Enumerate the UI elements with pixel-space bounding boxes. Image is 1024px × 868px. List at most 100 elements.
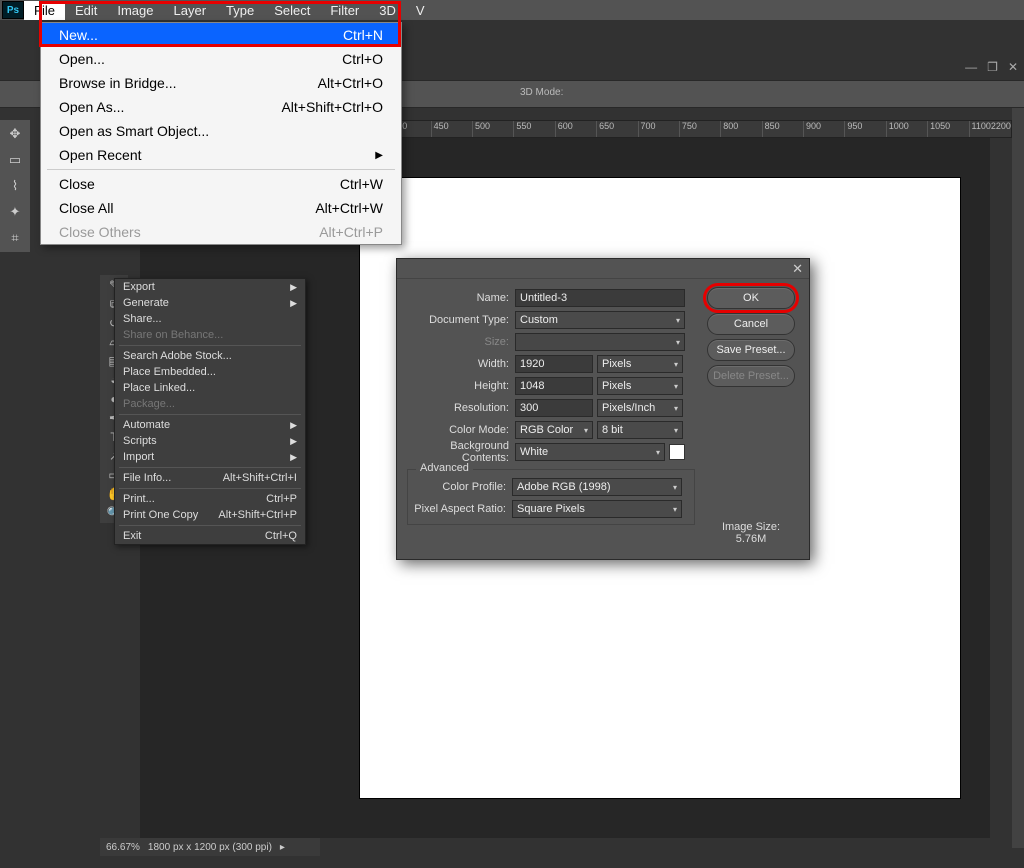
crop-tool[interactable]: ⌗ <box>2 226 28 250</box>
ruler-tick: 700 <box>638 121 679 137</box>
advanced-label: Advanced <box>416 462 473 474</box>
file-menu-open-as[interactable]: Open As...Alt+Shift+Ctrl+O <box>41 95 401 119</box>
file-submenu-generate[interactable]: Generate▶ <box>115 295 305 311</box>
delete-preset-button: Delete Preset... <box>707 365 795 387</box>
file-submenu-print-one-copy[interactable]: Print One CopyAlt+Shift+Ctrl+P <box>115 507 305 523</box>
file-submenu-search-adobe-stock[interactable]: Search Adobe Stock... <box>115 348 305 364</box>
resolution-input[interactable] <box>515 399 593 417</box>
bitdepth-select[interactable]: 8 bit▾ <box>597 421 683 439</box>
right-panels-collapsed[interactable] <box>1012 108 1024 848</box>
width-input[interactable] <box>515 355 593 373</box>
menu-layer[interactable]: Layer <box>164 1 217 20</box>
wand-tool[interactable]: ✦ <box>2 200 28 224</box>
dialog-close-icon[interactable]: ✕ <box>792 261 803 277</box>
bgcontents-select[interactable]: White▾ <box>515 443 665 461</box>
par-select[interactable]: Square Pixels▾ <box>512 500 682 518</box>
file-menu-open-recent[interactable]: Open Recent▶ <box>41 143 401 167</box>
restore-icon[interactable]: ❐ <box>987 60 998 74</box>
width-unit-select[interactable]: Pixels▾ <box>597 355 683 373</box>
file-menu-open[interactable]: Open...Ctrl+O <box>41 47 401 71</box>
cancel-button[interactable]: Cancel <box>707 313 795 335</box>
ruler-tick: 1000 <box>886 121 927 137</box>
ruler-tick: 450 <box>431 121 472 137</box>
chevron-down-icon: ▾ <box>676 316 680 325</box>
height-unit-select[interactable]: Pixels▾ <box>597 377 683 395</box>
bgcontents-label: Background Contents: <box>407 440 515 464</box>
new-document-dialog: ✕ Name: Document Type: Custom▾ Size: ▾ W… <box>396 258 810 560</box>
menu-select[interactable]: Select <box>264 1 320 20</box>
chevron-right-icon[interactable]: ▸ <box>280 842 285 853</box>
file-menu-close-all[interactable]: Close AllAlt+Ctrl+W <box>41 196 401 220</box>
submenu-arrow-icon: ▶ <box>290 282 297 293</box>
file-menu-close-others: Close OthersAlt+Ctrl+P <box>41 220 401 244</box>
colormode-select[interactable]: RGB Color▾ <box>515 421 593 439</box>
height-input[interactable] <box>515 377 593 395</box>
chevron-down-icon: ▾ <box>674 404 678 413</box>
resolution-label: Resolution: <box>407 402 515 414</box>
marquee-tool[interactable]: ▭ <box>2 148 28 172</box>
menu-file[interactable]: File <box>24 1 65 20</box>
doctype-select[interactable]: Custom▾ <box>515 311 685 329</box>
ruler-tick: 500 <box>472 121 513 137</box>
size-label: Size: <box>407 336 515 348</box>
height-label: Height: <box>407 380 515 392</box>
file-menu-browse-in-bridge[interactable]: Browse in Bridge...Alt+Ctrl+O <box>41 71 401 95</box>
save-preset-button[interactable]: Save Preset... <box>707 339 795 361</box>
menu-3d[interactable]: 3D <box>369 1 406 20</box>
menubar: Ps FileEditImageLayerTypeSelectFilter3DV <box>0 0 1024 20</box>
file-menu-open-as-smart-object[interactable]: Open as Smart Object... <box>41 119 401 143</box>
file-submenu-package: Package... <box>115 396 305 412</box>
menu-v[interactable]: V <box>406 1 435 20</box>
optbar-3dmode-label: 3D Mode: <box>520 87 563 98</box>
minimize-icon[interactable]: — <box>965 60 977 74</box>
file-submenu-exit[interactable]: ExitCtrl+Q <box>115 528 305 544</box>
par-label: Pixel Aspect Ratio: <box>412 503 512 515</box>
resolution-unit-select[interactable]: Pixels/Inch▾ <box>597 399 683 417</box>
chevron-down-icon: ▾ <box>673 483 677 492</box>
width-label: Width: <box>407 358 515 370</box>
ruler-tick: 900 <box>803 121 844 137</box>
file-menu-dropdown: New...Ctrl+NOpen...Ctrl+OBrowse in Bridg… <box>40 22 402 245</box>
lasso-tool[interactable]: ⌇ <box>2 174 28 198</box>
ruler-tick: 750 <box>679 121 720 137</box>
menu-edit[interactable]: Edit <box>65 1 107 20</box>
file-submenu-place-linked[interactable]: Place Linked... <box>115 380 305 396</box>
file-submenu-export[interactable]: Export▶ <box>115 279 305 295</box>
image-size-readout: Image Size: 5.76M <box>722 521 780 545</box>
ruler-tick: 550 <box>513 121 554 137</box>
file-submenu-scripts[interactable]: Scripts▶ <box>115 433 305 449</box>
close-icon[interactable]: ✕ <box>1008 60 1018 74</box>
file-submenu-share[interactable]: Share... <box>115 311 305 327</box>
file-submenu-print[interactable]: Print...Ctrl+P <box>115 491 305 507</box>
colorprofile-select[interactable]: Adobe RGB (1998)▾ <box>512 478 682 496</box>
dialog-titlebar[interactable]: ✕ <box>397 259 809 279</box>
advanced-group: Advanced Color Profile: Adobe RGB (1998)… <box>407 469 695 525</box>
photoshop-window: Ps FileEditImageLayerTypeSelectFilter3DV… <box>0 0 1024 868</box>
file-submenu-place-embedded[interactable]: Place Embedded... <box>115 364 305 380</box>
chevron-down-icon: ▾ <box>656 448 660 457</box>
submenu-arrow-icon: ▶ <box>290 452 297 463</box>
ruler-tick: 11002200 <box>969 121 1011 137</box>
menu-filter[interactable]: Filter <box>320 1 369 20</box>
menu-image[interactable]: Image <box>107 1 163 20</box>
ruler-tick: 950 <box>844 121 885 137</box>
zoom-level[interactable]: 66.67% <box>106 842 140 853</box>
ps-logo-icon: Ps <box>2 1 24 19</box>
file-menu-new[interactable]: New...Ctrl+N <box>41 23 401 47</box>
ruler-tick: 650 <box>596 121 637 137</box>
bg-color-swatch[interactable] <box>669 444 685 460</box>
chevron-down-icon: ▾ <box>674 426 678 435</box>
size-select: ▾ <box>515 333 685 351</box>
ruler-tick: 800 <box>720 121 761 137</box>
file-submenu-automate[interactable]: Automate▶ <box>115 417 305 433</box>
ruler-tick: 850 <box>762 121 803 137</box>
move-tool[interactable]: ✥ <box>2 122 28 146</box>
menu-type[interactable]: Type <box>216 1 264 20</box>
file-submenu-file-info[interactable]: File Info...Alt+Shift+Ctrl+I <box>115 470 305 486</box>
name-input[interactable] <box>515 289 685 307</box>
file-menu-close[interactable]: CloseCtrl+W <box>41 172 401 196</box>
doctype-label: Document Type: <box>407 314 515 326</box>
file-submenu-import[interactable]: Import▶ <box>115 449 305 465</box>
chevron-down-icon: ▾ <box>676 338 680 347</box>
ok-button[interactable]: OK <box>707 287 795 309</box>
